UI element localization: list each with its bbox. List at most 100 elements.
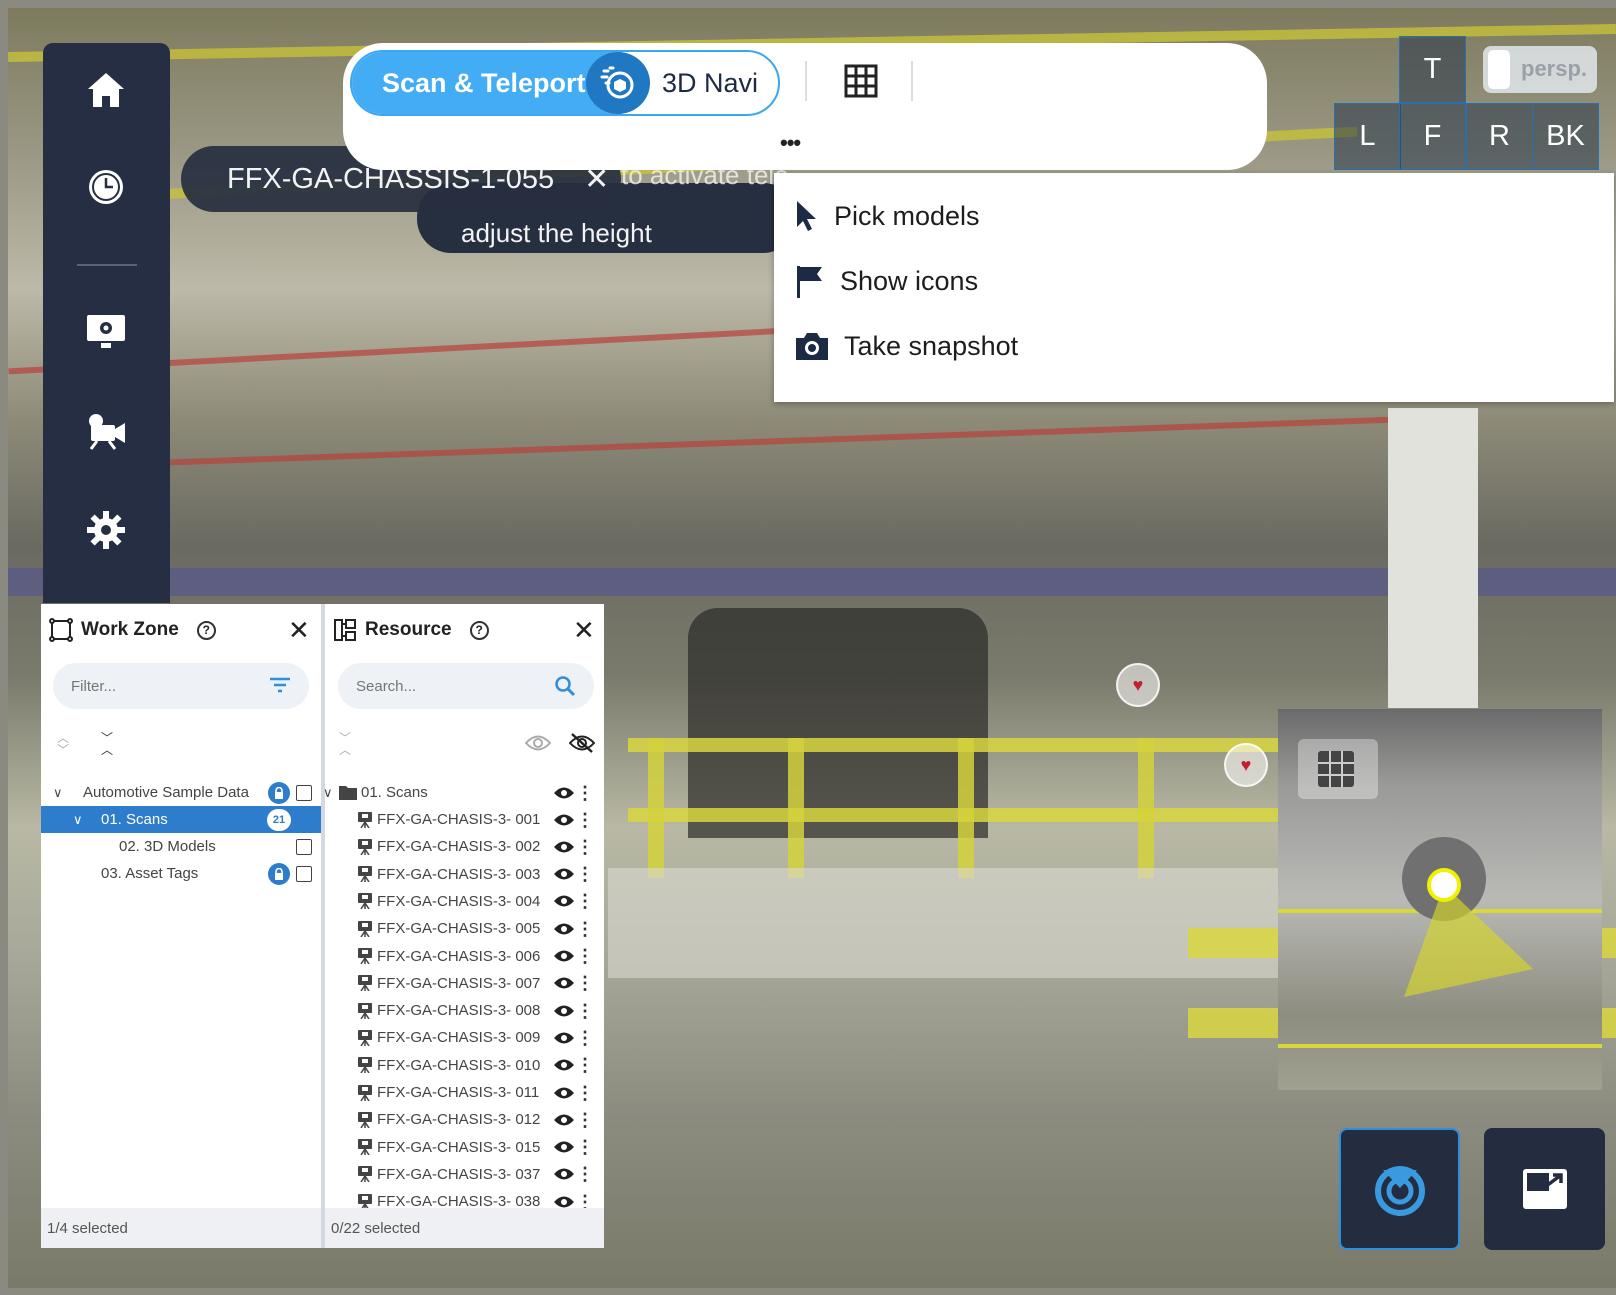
- resource-row[interactable]: FFX-GA-CHASIS-3- 005 ⋮: [325, 915, 604, 942]
- eye-icon[interactable]: [554, 1031, 574, 1045]
- checkbox[interactable]: [296, 865, 312, 882]
- more-icon[interactable]: ⋮: [576, 1002, 594, 1020]
- view-top-button[interactable]: T: [1399, 36, 1466, 103]
- resource-row[interactable]: FFX-GA-CHASIS-3- 004 ⋮: [325, 888, 604, 915]
- view-front-button[interactable]: F: [1399, 103, 1466, 170]
- close-icon[interactable]: ✕: [573, 617, 595, 643]
- eye-icon[interactable]: [554, 1086, 574, 1100]
- more-options-button[interactable]: •••: [780, 132, 801, 154]
- toolbar-divider: [805, 61, 807, 101]
- checkbox[interactable]: [296, 838, 312, 855]
- tree-row-selected[interactable]: ∨ 01. Scans 21: [41, 806, 321, 833]
- view-left-button[interactable]: L: [1334, 103, 1401, 170]
- home-button[interactable]: [81, 65, 131, 115]
- eye-icon[interactable]: [554, 786, 574, 800]
- minimap[interactable]: [1278, 709, 1602, 1090]
- expand-all-icon[interactable]: ︿ ﹀: [57, 732, 69, 756]
- resource-row[interactable]: FFX-GA-CHASIS-3- 007 ⋮: [325, 970, 604, 997]
- grid-view-button[interactable]: [841, 61, 881, 101]
- filter-icon[interactable]: [269, 675, 291, 695]
- eye-icon[interactable]: [554, 922, 574, 936]
- eye-icon[interactable]: [554, 949, 574, 963]
- expand-button[interactable]: [1484, 1128, 1605, 1250]
- more-icon[interactable]: ⋮: [576, 974, 594, 992]
- folder-row[interactable]: ∨ 01. Scans ⋮: [323, 779, 604, 806]
- more-icon[interactable]: ⋮: [576, 1056, 594, 1074]
- resource-row[interactable]: FFX-GA-CHASIS-3- 011 ⋮: [325, 1079, 604, 1106]
- more-icon[interactable]: ⋮: [576, 784, 594, 802]
- settings-button[interactable]: [81, 505, 131, 555]
- perspective-toggle[interactable]: persp.: [1483, 46, 1597, 93]
- resource-row[interactable]: FFX-GA-CHASIS-3- 006 ⋮: [325, 943, 604, 970]
- more-icon[interactable]: ⋮: [576, 1138, 594, 1156]
- resource-row[interactable]: FFX-GA-CHASIS-3- 002 ⋮: [325, 833, 604, 860]
- more-icon[interactable]: ⋮: [576, 920, 594, 938]
- more-icon[interactable]: ⋮: [576, 1193, 594, 1211]
- eye-icon[interactable]: [554, 1195, 574, 1209]
- resource-row[interactable]: FFX-GA-CHASIS-3- 003 ⋮: [325, 861, 604, 888]
- eye-icon[interactable]: [554, 976, 574, 990]
- resource-row[interactable]: FFX-GA-CHASIS-3- 015 ⋮: [325, 1134, 604, 1161]
- 3d-navi-mode[interactable]: 3D Navi: [662, 52, 758, 114]
- chevron-down-icon[interactable]: ∨: [53, 785, 63, 801]
- scan-hotspot[interactable]: ♥: [1224, 743, 1268, 787]
- more-icon[interactable]: ⋮: [576, 892, 594, 910]
- view-back-button[interactable]: BK: [1532, 103, 1599, 170]
- eye-icon[interactable]: [554, 840, 574, 854]
- scan-hotspot[interactable]: ♥: [1116, 663, 1160, 707]
- help-icon[interactable]: ?: [469, 620, 489, 640]
- more-icon[interactable]: ⋮: [576, 1111, 594, 1129]
- scanner-icon: [358, 1139, 372, 1156]
- resource-row[interactable]: FFX-GA-CHASIS-3- 008 ⋮: [325, 997, 604, 1024]
- chevron-down-icon[interactable]: ∨: [73, 812, 83, 828]
- recenter-button[interactable]: [1339, 1128, 1460, 1250]
- tree-row[interactable]: 02. 3D Models: [41, 833, 321, 860]
- menu-item-pick-models[interactable]: Pick models: [794, 199, 980, 233]
- eye-icon[interactable]: [554, 1113, 574, 1127]
- eye-icon[interactable]: [554, 894, 574, 908]
- more-icon[interactable]: ⋮: [576, 947, 594, 965]
- history-button[interactable]: [81, 162, 131, 212]
- view-right-button[interactable]: R: [1466, 103, 1533, 170]
- resource-row[interactable]: FFX-GA-CHASIS-3- 010 ⋮: [325, 1052, 604, 1079]
- eye-icon[interactable]: [554, 813, 574, 827]
- chevron-down-icon[interactable]: ∨: [323, 785, 333, 801]
- more-icon[interactable]: ⋮: [576, 865, 594, 883]
- tree-row[interactable]: 03. Asset Tags: [41, 860, 321, 887]
- search-icon[interactable]: [554, 675, 576, 697]
- filter-input[interactable]: [71, 677, 261, 695]
- resource-row[interactable]: FFX-GA-CHASIS-3- 012 ⋮: [325, 1106, 604, 1133]
- more-icon[interactable]: ⋮: [576, 1165, 594, 1183]
- resource-row[interactable]: FFX-GA-CHASIS-3- 001 ⋮: [325, 806, 604, 833]
- lock-icon[interactable]: [268, 781, 290, 804]
- eye-icon[interactable]: [554, 1058, 574, 1072]
- resource-label: FFX-GA-CHASIS-3- 007: [377, 974, 541, 992]
- display-settings-button[interactable]: [81, 307, 131, 357]
- more-icon[interactable]: ⋮: [576, 838, 594, 856]
- hide-all-icon[interactable]: [569, 732, 595, 754]
- show-all-icon[interactable]: [525, 734, 551, 752]
- lock-icon[interactable]: [268, 862, 290, 885]
- help-icon[interactable]: ?: [196, 620, 216, 640]
- filter-field[interactable]: [53, 663, 309, 709]
- more-icon[interactable]: ⋮: [576, 1029, 594, 1047]
- menu-item-show-icons[interactable]: Show icons: [794, 264, 978, 298]
- search-input[interactable]: [356, 677, 546, 695]
- eye-icon[interactable]: [554, 1140, 574, 1154]
- resource-row[interactable]: FFX-GA-CHASIS-3- 037 ⋮: [325, 1161, 604, 1188]
- camera-settings-button[interactable]: [81, 406, 131, 456]
- more-icon[interactable]: ⋮: [576, 811, 594, 829]
- menu-item-take-snapshot[interactable]: Take snapshot: [794, 330, 1018, 362]
- close-icon[interactable]: ✕: [288, 617, 310, 643]
- collapse-all-icon[interactable]: ﹀ ︿: [339, 732, 351, 756]
- more-icon[interactable]: ⋮: [576, 1084, 594, 1102]
- checkbox[interactable]: [296, 784, 312, 801]
- resource-row[interactable]: FFX-GA-CHASIS-3- 009 ⋮: [325, 1024, 604, 1051]
- eye-icon[interactable]: [554, 1167, 574, 1181]
- collapse-all-icon[interactable]: ﹀ ︿: [101, 732, 113, 756]
- search-field[interactable]: [338, 663, 594, 709]
- mode-toggle[interactable]: Scan & Teleport 3D Navi: [350, 50, 780, 116]
- eye-icon[interactable]: [554, 1004, 574, 1018]
- tree-row[interactable]: ∨ Automotive Sample Data: [41, 779, 321, 806]
- eye-icon[interactable]: [554, 867, 574, 881]
